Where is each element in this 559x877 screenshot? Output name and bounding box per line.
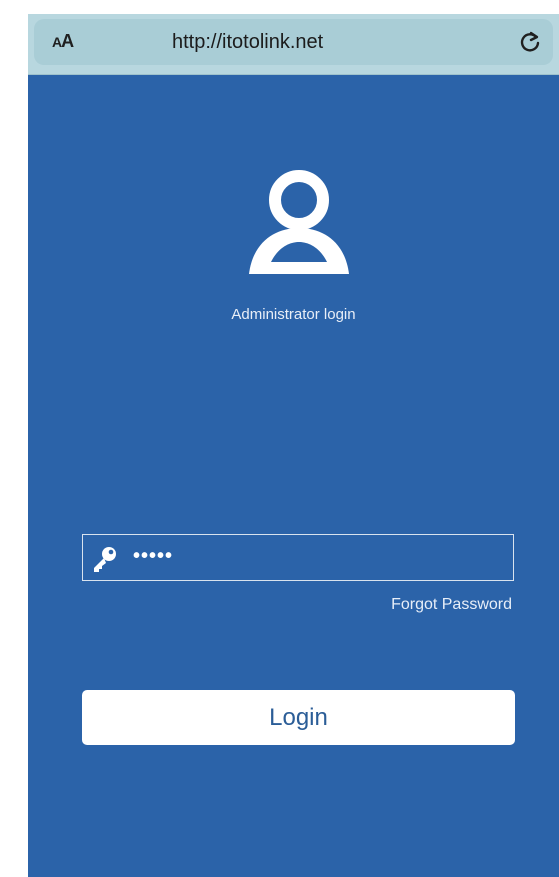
login-button[interactable]: Login: [82, 690, 515, 745]
text-size-button[interactable]: AA: [52, 31, 74, 52]
address-field[interactable]: AA http://itotolink.net: [34, 19, 553, 65]
text-size-small-a: A: [52, 34, 62, 50]
url-text[interactable]: http://itotolink.net: [172, 31, 323, 54]
password-value: •••••: [133, 545, 174, 567]
browser-address-bar: AA http://itotolink.net: [28, 14, 559, 75]
key-icon: [89, 544, 119, 574]
user-avatar-icon: [243, 164, 355, 276]
text-size-large-a: A: [61, 31, 74, 51]
reload-icon[interactable]: [517, 29, 543, 55]
administrator-login-label: Administrator login: [231, 306, 356, 323]
phone-screen: AA http://itotolink.net Administrator lo…: [28, 14, 559, 877]
forgot-password-link[interactable]: Forgot Password: [391, 596, 512, 614]
password-field[interactable]: •••••: [82, 534, 514, 581]
